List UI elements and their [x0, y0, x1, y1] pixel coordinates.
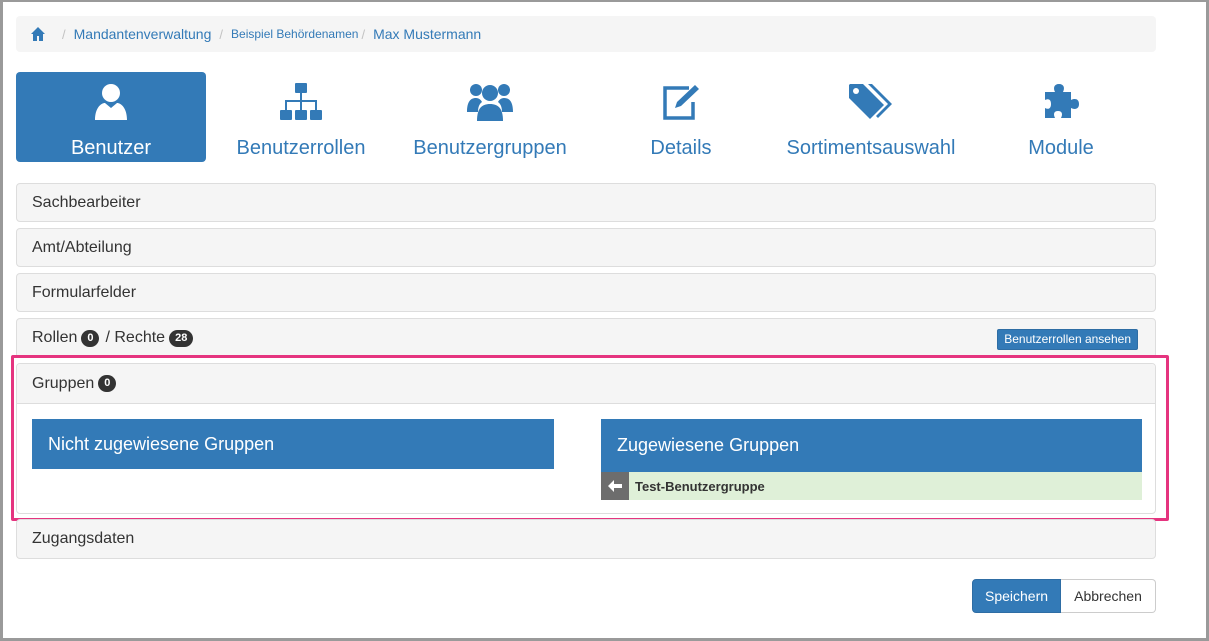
breadcrumb-separator: / — [361, 26, 366, 42]
tab-details[interactable]: Details — [626, 72, 736, 162]
home-icon[interactable] — [30, 26, 46, 42]
user-icon — [95, 84, 127, 120]
view-user-roles-button[interactable]: Benutzerrollen ansehen — [997, 329, 1138, 350]
panel-heading: Amt/Abteilung — [32, 239, 132, 256]
tab-sortimentsauswahl[interactable]: Sortimentsauswahl — [782, 72, 960, 162]
panel-zugangsdaten[interactable]: Zugangsdaten — [16, 519, 1156, 559]
tab-label: Benutzer — [70, 137, 152, 159]
gruppen-count-badge: 0 — [98, 375, 117, 392]
tab-benutzerrollen[interactable]: Benutzerrollen — [221, 72, 381, 162]
form-actions: Speichern Abbrechen — [972, 579, 1156, 613]
tab-nav: Benutzer Benutzerrollen Benutzergruppen — [16, 72, 1156, 162]
edit-icon — [663, 85, 699, 120]
assigned-group-name: Test-Benutzergruppe — [635, 478, 765, 494]
breadcrumb-item-user[interactable]: Max Mustermann — [373, 26, 481, 42]
breadcrumb-separator: / — [62, 26, 66, 42]
panel-rollen-rechte[interactable]: Rollen 0 / Rechte 28 Benutzerrollen anse… — [16, 318, 1156, 358]
rollen-count-badge: 0 — [81, 329, 100, 347]
remove-group-button[interactable] — [601, 472, 629, 500]
assigned-groups-list: Zugewiesene Gruppen Test-Benutzergruppe — [601, 419, 1142, 500]
panel-heading: Formularfelder — [32, 284, 137, 301]
tab-label: Benutzergruppen — [413, 137, 567, 159]
cancel-button[interactable]: Abbrechen — [1061, 579, 1156, 613]
panel-heading-gruppen[interactable]: Gruppen 0 — [17, 364, 1155, 404]
tab-module[interactable]: Module — [1006, 72, 1116, 162]
unassigned-groups-header: Nicht zugewiesene Gruppen — [32, 419, 554, 469]
breadcrumb-item-mandantenverwaltung[interactable]: Mandantenverwaltung — [74, 26, 212, 42]
save-button[interactable]: Speichern — [972, 579, 1061, 613]
sitemap-icon — [280, 83, 322, 120]
breadcrumb: / Mandantenverwaltung / Beispiel Behörde… — [16, 16, 1156, 52]
breadcrumb-item-behoerde[interactable]: Beispiel Behördenamen — [231, 27, 358, 41]
panel-amt-abteilung[interactable]: Amt/Abteilung — [16, 228, 1156, 267]
gruppen-label: Gruppen — [32, 374, 95, 392]
tab-label: Module — [1028, 137, 1094, 159]
tags-icon — [849, 84, 892, 119]
tab-label: Details — [650, 137, 712, 159]
unassigned-groups-list: Nicht zugewiesene Gruppen — [32, 419, 554, 469]
panel-heading: Zugangsdaten — [32, 530, 135, 547]
arrow-left-icon — [608, 480, 622, 492]
puzzle-icon — [1045, 84, 1079, 118]
users-icon — [467, 84, 513, 121]
rechte-label: / Rechte — [105, 329, 166, 346]
rechte-count-badge: 28 — [169, 329, 194, 347]
tab-benutzer[interactable]: Benutzer — [16, 72, 206, 162]
panel-heading: Sachbearbeiter — [32, 194, 141, 211]
rollen-label: Rollen — [32, 329, 78, 346]
list-item[interactable]: Test-Benutzergruppe — [601, 472, 1142, 500]
breadcrumb-separator: / — [219, 26, 224, 42]
panel-sachbearbeiter[interactable]: Sachbearbeiter — [16, 183, 1156, 222]
panel-formularfelder[interactable]: Formularfelder — [16, 273, 1156, 312]
tab-benutzergruppen[interactable]: Benutzergruppen — [404, 72, 576, 162]
panel-gruppen: Gruppen 0 Nicht zugewiesene Gruppen Zuge… — [16, 363, 1156, 514]
panel-heading: Rollen 0 / Rechte 28 — [17, 319, 1155, 357]
tab-label: Sortimentsauswahl — [786, 137, 956, 159]
tab-label: Benutzerrollen — [236, 137, 366, 159]
assigned-groups-header: Zugewiesene Gruppen — [601, 419, 1142, 472]
